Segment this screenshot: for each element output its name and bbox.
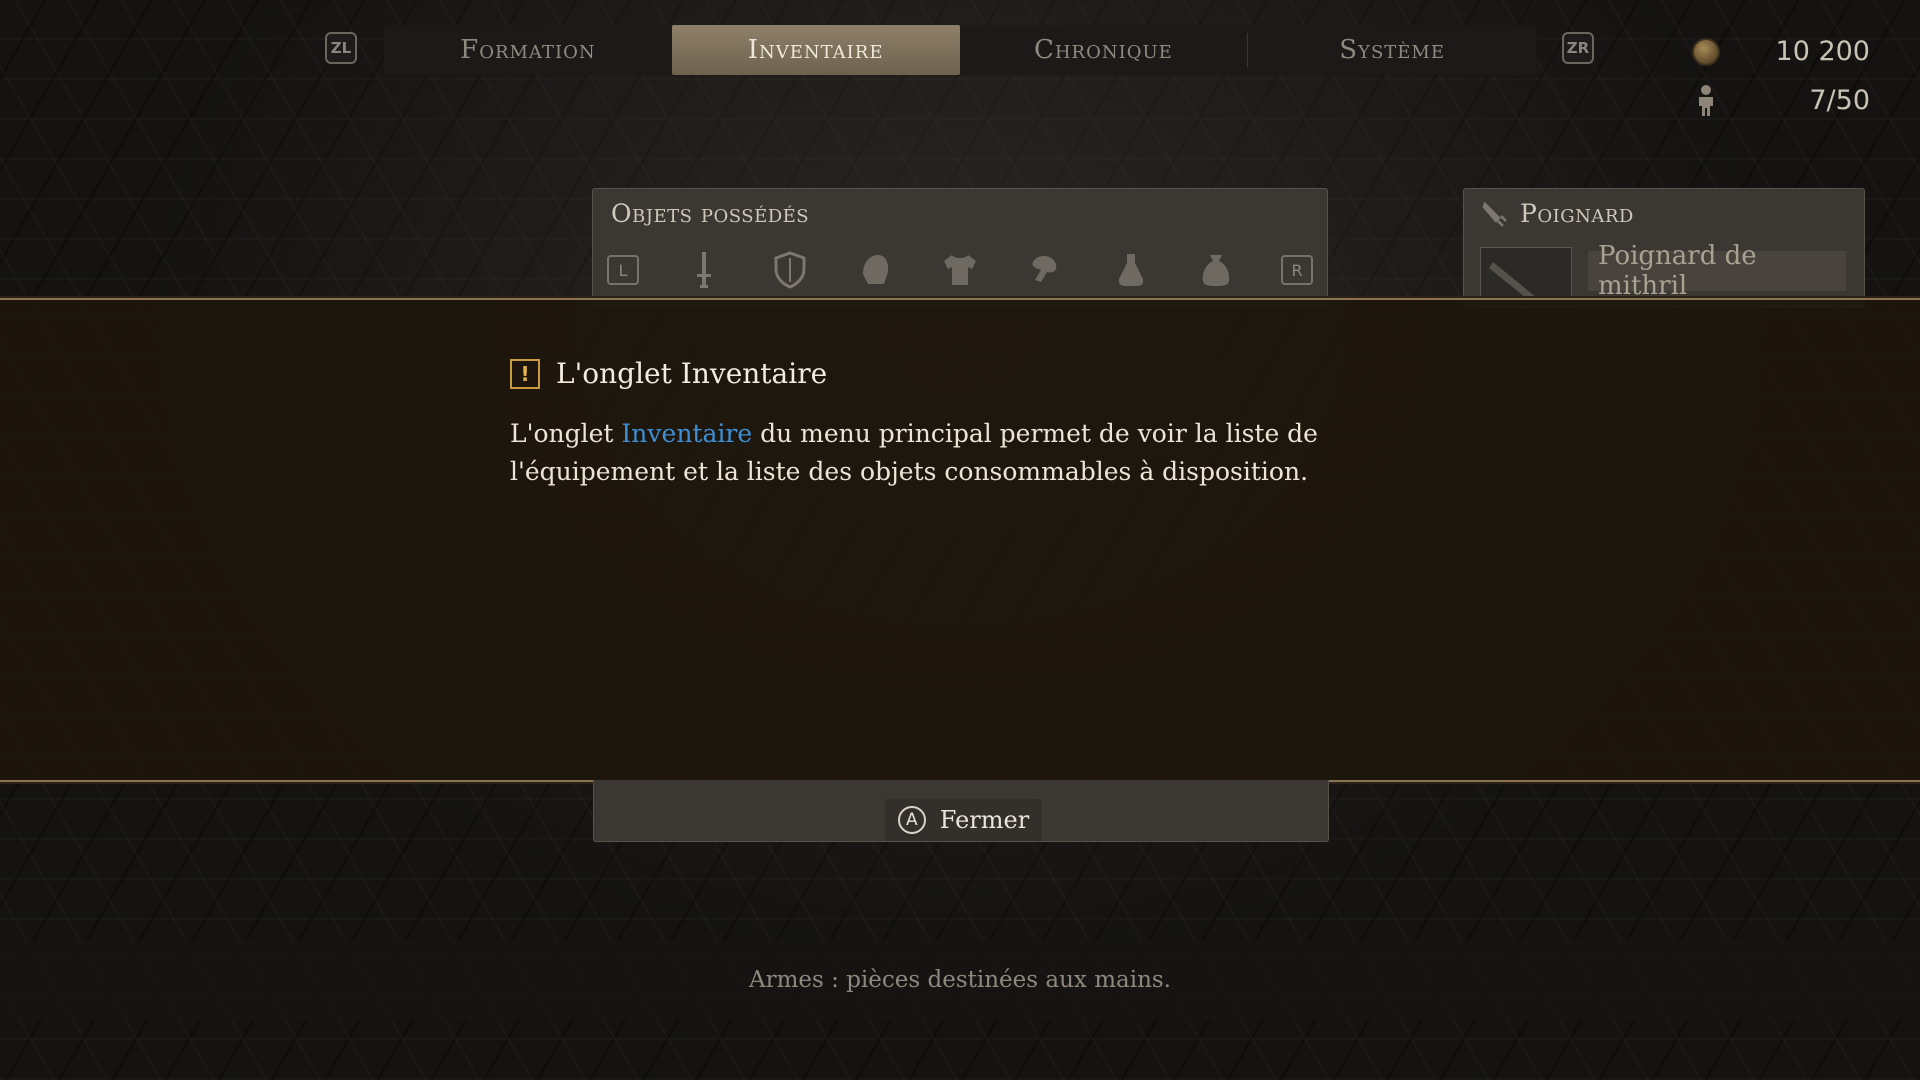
person-icon bbox=[1692, 84, 1720, 116]
inventory-panel-title: Objets possédés bbox=[611, 199, 810, 228]
r-button[interactable]: R bbox=[1281, 255, 1313, 285]
tab-formation[interactable]: Formation bbox=[384, 25, 672, 75]
coin-icon bbox=[1692, 37, 1720, 66]
warning-icon: ! bbox=[510, 358, 540, 389]
gold-display: 10 200 bbox=[1692, 36, 1870, 67]
accessory-icon[interactable] bbox=[1025, 250, 1065, 290]
zl-button[interactable]: ZL bbox=[325, 32, 357, 64]
category-bar: L R bbox=[607, 249, 1313, 291]
tab-chronique[interactable]: Chronique bbox=[960, 25, 1248, 75]
close-label: Fermer bbox=[939, 806, 1030, 834]
tip-title: L'onglet Inventaire bbox=[556, 357, 828, 390]
weapon-icon[interactable] bbox=[684, 250, 724, 290]
detail-panel: Poignard Poignard de mithril bbox=[1463, 188, 1865, 308]
tab-systeme[interactable]: Système bbox=[1248, 25, 1536, 75]
a-button-icon: A bbox=[897, 806, 926, 834]
tip-body: L'onglet Inventaire du menu principal pe… bbox=[510, 415, 1430, 491]
dagger-icon bbox=[1482, 201, 1508, 227]
helmet-icon[interactable] bbox=[855, 250, 895, 290]
tip-keyword: Inventaire bbox=[621, 419, 753, 448]
shield-icon[interactable] bbox=[770, 250, 810, 290]
l-button[interactable]: L bbox=[607, 255, 639, 285]
bag-icon[interactable] bbox=[1196, 250, 1236, 290]
gold-value: 10 200 bbox=[1775, 36, 1870, 67]
armor-icon[interactable] bbox=[940, 250, 980, 290]
tab-inventaire[interactable]: Inventaire bbox=[671, 25, 960, 75]
tutorial-overlay: ! L'onglet Inventaire L'onglet Inventair… bbox=[0, 298, 1920, 782]
item-name: Poignard de mithril bbox=[1588, 241, 1846, 301]
tip-body-start: L'onglet bbox=[510, 419, 622, 448]
party-display: 7/50 bbox=[1692, 84, 1870, 116]
detail-panel-title: Poignard bbox=[1520, 199, 1634, 228]
potion-icon[interactable] bbox=[1111, 250, 1151, 290]
help-bar: Armes : pièces destinées aux mains. bbox=[0, 940, 1920, 1020]
help-text: Armes : pièces destinées aux mains. bbox=[749, 967, 1171, 993]
tip-header: ! L'onglet Inventaire bbox=[510, 357, 827, 390]
main-tabs: Formation Inventaire Chronique Système bbox=[384, 25, 1536, 75]
zr-button[interactable]: ZR bbox=[1562, 32, 1594, 64]
inventory-panel: Objets possédés L R bbox=[592, 188, 1328, 308]
party-value: 7/50 bbox=[1809, 84, 1870, 116]
close-button[interactable]: A Fermer bbox=[885, 799, 1042, 841]
